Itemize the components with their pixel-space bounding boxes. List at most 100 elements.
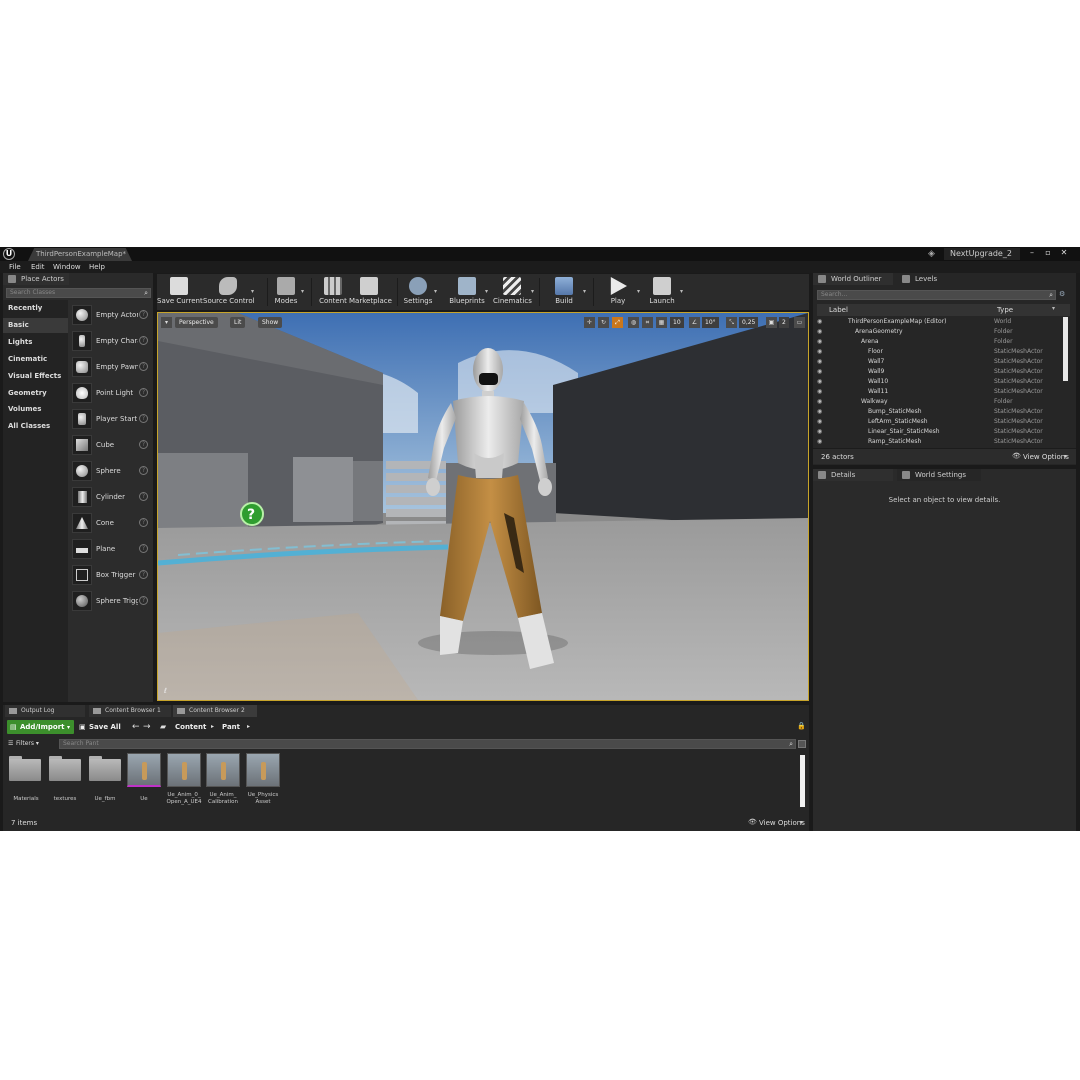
physics-asset-thumbnail[interactable] [246, 753, 280, 787]
actor-item[interactable]: Point Light? [68, 380, 153, 406]
play-button[interactable]: Play ▾ [603, 274, 640, 310]
path-separator-icon[interactable]: ▸ [247, 723, 250, 730]
chevron-down-icon[interactable]: ▾ [583, 288, 586, 295]
menu-window[interactable]: Window [53, 263, 81, 271]
actor-item[interactable]: Sphere? [68, 458, 153, 484]
search-classes-input[interactable]: Search Classes ⌕ [6, 288, 151, 298]
world-space-icon[interactable]: ◍ [628, 317, 639, 328]
perspective-button[interactable]: Perspective [175, 317, 218, 328]
category-visual-effects[interactable]: Visual Effects [3, 369, 68, 384]
add-import-button[interactable]: ▤ Add/Import ▾ [7, 720, 74, 734]
source-control-button[interactable]: Source Control ▾ [203, 274, 255, 310]
path-content[interactable]: Content [175, 723, 206, 731]
actor-item[interactable]: Player Start? [68, 406, 153, 432]
eye-icon[interactable]: ◉ [817, 358, 826, 365]
eye-icon[interactable]: ◉ [817, 338, 826, 345]
skeletal-mesh-thumbnail[interactable] [127, 753, 161, 787]
chevron-down-icon[interactable]: ▾ [680, 288, 683, 295]
outliner-row[interactable]: ◉ Wall11 StaticMeshActor [817, 387, 1062, 397]
eye-icon[interactable]: ◉ [817, 428, 826, 435]
category-geometry[interactable]: Geometry [3, 386, 68, 401]
eye-icon[interactable]: ◉ [817, 398, 826, 405]
eye-icon[interactable]: ◉ [817, 328, 826, 335]
help-icon[interactable]: ? [139, 596, 148, 605]
help-icon[interactable]: ? [139, 414, 148, 423]
maximize-button[interactable]: ▫ [1040, 247, 1056, 259]
actor-item[interactable]: Cone? [68, 510, 153, 536]
eye-icon[interactable]: ◉ [817, 348, 826, 355]
chevron-down-icon[interactable]: ▾ [637, 288, 640, 295]
outliner-search-input[interactable]: Search... ⌕ [817, 290, 1056, 300]
content-view-options[interactable]: View Options [759, 819, 805, 827]
rotation-snap-icon[interactable]: ∠ [689, 317, 700, 328]
outliner-settings-icon[interactable]: ⚙ [1059, 290, 1071, 300]
folder-icon[interactable] [89, 753, 121, 781]
output-log-tab[interactable]: Output Log [5, 705, 85, 717]
menu-edit[interactable]: Edit [31, 263, 45, 271]
chevron-down-icon[interactable]: ▾ [531, 288, 534, 295]
outliner-row[interactable]: ◉ Wall10 StaticMeshActor [817, 377, 1062, 387]
eye-icon[interactable]: ◉ [817, 368, 826, 375]
filters-button[interactable]: ☰ Filters ▾ [7, 738, 57, 749]
levels-tab[interactable]: Levels [897, 273, 979, 285]
modes-button[interactable]: Modes ▾ [271, 274, 304, 310]
content-browser-2-tab[interactable]: Content Browser 2 [173, 705, 257, 717]
viewport-options-icon[interactable]: ▾ [161, 317, 172, 328]
outliner-row[interactable]: ◉ Linear_Stair_StaticMesh StaticMeshActor [817, 427, 1062, 437]
show-button[interactable]: Show [258, 317, 283, 328]
eye-icon[interactable]: ◉ [817, 318, 826, 325]
actor-item[interactable]: Sphere Trigg? [68, 588, 153, 614]
eye-icon[interactable]: ◉ [817, 388, 826, 395]
actor-item[interactable]: Empty Actor? [68, 302, 153, 328]
help-icon[interactable]: ? [139, 440, 148, 449]
actor-item[interactable]: Empty Pawn? [68, 354, 153, 380]
actor-item[interactable]: Empty Chara? [68, 328, 153, 354]
content-button[interactable]: Content [317, 274, 349, 310]
help-icon[interactable]: ? [139, 310, 148, 319]
chevron-down-icon[interactable]: ▾ [301, 288, 304, 295]
chevron-down-icon[interactable]: ▾ [251, 288, 254, 295]
scale-icon[interactable]: ⤢ [612, 317, 623, 328]
outliner-view-options[interactable]: View Options [1023, 453, 1069, 461]
rotate-icon[interactable]: ↻ [598, 317, 609, 328]
eye-icon[interactable]: ◉ [817, 378, 826, 385]
path-separator-icon[interactable]: ▸ [211, 723, 214, 730]
content-settings-icon[interactable] [798, 740, 806, 748]
help-icon[interactable]: ? [139, 544, 148, 553]
blueprints-button[interactable]: Blueprints ▾ [449, 274, 488, 310]
help-icon[interactable]: ? [139, 336, 148, 345]
category-recently-placed[interactable]: Recently Placed [3, 301, 68, 327]
details-tab[interactable]: Details [813, 469, 893, 481]
world-outliner-tab[interactable]: World Outliner [813, 273, 893, 285]
eye-icon[interactable]: ◉ [817, 418, 826, 425]
maximize-viewport-icon[interactable]: ▭ [794, 317, 805, 328]
menu-help[interactable]: Help [89, 263, 105, 271]
build-button[interactable]: Build ▾ [547, 274, 586, 310]
world-settings-tab[interactable]: World Settings [897, 469, 981, 481]
actor-item[interactable]: Cube? [68, 432, 153, 458]
category-volumes[interactable]: Volumes [3, 402, 68, 417]
help-icon[interactable]: ? [139, 466, 148, 475]
actor-item[interactable]: Plane? [68, 536, 153, 562]
chevron-down-icon[interactable]: ▾ [1052, 305, 1055, 312]
outliner-row[interactable]: ◉ Ramp_StaticMesh StaticMeshActor [817, 437, 1062, 447]
back-arrow-icon[interactable]: ← [132, 722, 140, 732]
help-icon[interactable]: ? [139, 388, 148, 397]
category-all-classes[interactable]: All Classes [3, 419, 68, 434]
category-cinematic[interactable]: Cinematic [3, 352, 68, 367]
help-icon[interactable]: ? [139, 492, 148, 501]
outliner-row[interactable]: ◉ Arena Folder [817, 337, 1062, 347]
type-column-header[interactable]: Type [997, 306, 1013, 314]
lock-icon[interactable]: 🔒 [797, 722, 806, 730]
scale-snap-icon[interactable]: ⤡ [726, 317, 737, 328]
grid-snap-value[interactable]: 10 [670, 317, 684, 328]
save-all-button[interactable]: ▣ Save All [77, 720, 125, 734]
chevron-down-icon[interactable]: ▾ [1064, 453, 1067, 460]
actor-item[interactable]: Cylinder? [68, 484, 153, 510]
help-icon[interactable]: ? [139, 362, 148, 371]
path-pant[interactable]: Pant [222, 723, 240, 731]
marketplace-button[interactable]: Marketplace [349, 274, 392, 310]
animation-thumbnail[interactable] [167, 753, 201, 787]
cinematics-button[interactable]: Cinematics ▾ [493, 274, 534, 310]
help-icon[interactable]: ? [139, 518, 148, 527]
